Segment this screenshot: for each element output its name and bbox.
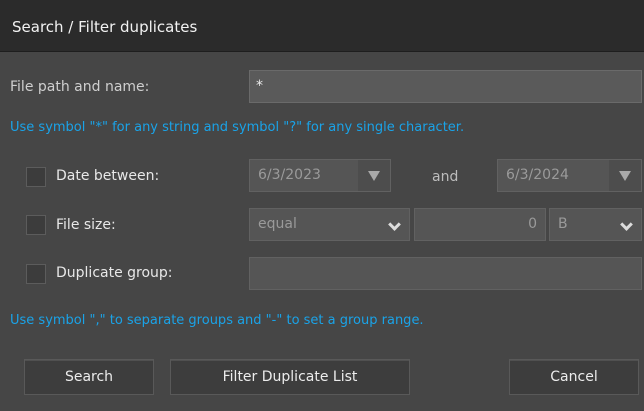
file-size-checkbox[interactable] [26, 215, 46, 235]
size-comparison-select[interactable]: equal [249, 208, 410, 241]
date-to-dropdown-button[interactable] [609, 160, 641, 191]
duplicate-group-hint: Use symbol "," to separate groups and "-… [10, 313, 424, 328]
size-unit-value: B [558, 216, 568, 232]
file-size-label[interactable]: File size: [56, 217, 116, 233]
duplicate-group-checkbox[interactable] [26, 264, 46, 284]
file-path-hint: Use symbol "*" for any string and symbol… [10, 120, 465, 135]
file-path-value: * [256, 78, 263, 94]
file-path-label: File path and name: [10, 79, 150, 95]
date-to-picker[interactable]: 6/3/2024 [497, 159, 642, 192]
title-bar: Search / Filter duplicates [0, 0, 644, 52]
duplicate-group-input[interactable] [249, 257, 642, 290]
chevron-down-icon [620, 218, 633, 231]
date-from-value: 6/3/2023 [258, 167, 321, 183]
window-title: Search / Filter duplicates [12, 18, 198, 36]
size-comparison-value: equal [258, 216, 297, 232]
chevron-down-icon [388, 218, 401, 231]
and-label: and [432, 169, 459, 185]
file-path-input[interactable]: * [249, 70, 642, 103]
triangle-down-icon [368, 170, 380, 181]
date-from-dropdown-button[interactable] [358, 160, 390, 191]
triangle-down-icon [619, 170, 631, 181]
size-value: 0 [528, 216, 537, 232]
date-between-checkbox[interactable] [26, 167, 46, 187]
date-to-value: 6/3/2024 [506, 167, 569, 183]
filter-duplicate-list-button[interactable]: Filter Duplicate List [170, 359, 410, 395]
size-unit-select[interactable]: B [549, 208, 642, 241]
duplicate-group-label[interactable]: Duplicate group: [56, 265, 173, 281]
date-between-label[interactable]: Date between: [56, 168, 159, 184]
size-value-input[interactable]: 0 [414, 208, 546, 241]
search-button[interactable]: Search [24, 359, 154, 395]
cancel-button[interactable]: Cancel [509, 359, 639, 395]
date-from-picker[interactable]: 6/3/2023 [249, 159, 391, 192]
